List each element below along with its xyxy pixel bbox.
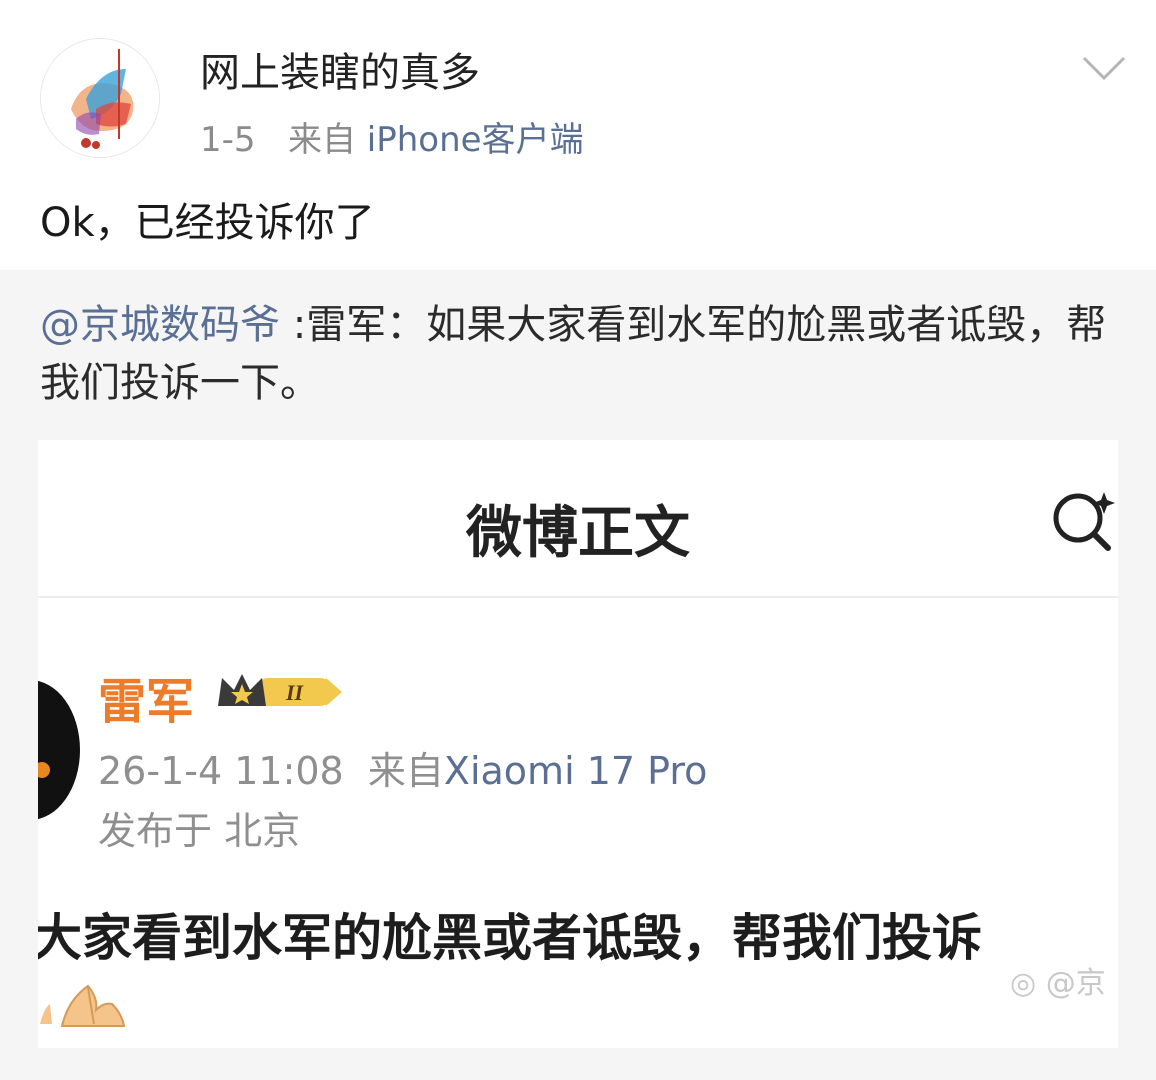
repost-text: @京城数码爷 :雷军：如果大家看到水军的尬黑或者诋毁，帮我们投诉一下。 <box>40 296 1120 412</box>
crown-badge-icon: II <box>218 674 342 706</box>
watermark-text: @京 <box>1045 966 1106 1001</box>
praying-hands-icon <box>40 984 126 1027</box>
repost-image[interactable]: 微博正文 雷军 II 26-1-4 11:08 来自Xiaomi 17 Pro … <box>38 440 1118 1048</box>
screenshot-location: 发布于 北京 <box>98 809 301 853</box>
screenshot-title: 微博正文 <box>466 501 690 566</box>
badge-level-text: II <box>285 680 305 705</box>
user-avatar[interactable] <box>40 38 160 158</box>
post: 网上装瞎的真多 1-5 来自 iPhone客户端 Ok，已经投诉你了 <box>0 0 1156 270</box>
search-sparkle-icon <box>1053 492 1115 551</box>
post-meta: 1-5 来自 iPhone客户端 <box>200 112 584 161</box>
repost-block[interactable]: @京城数码爷 :雷军：如果大家看到水军的尬黑或者诋毁，帮我们投诉一下。 微博正文… <box>0 270 1156 1080</box>
post-date: 1-5 <box>200 120 256 160</box>
screenshot-source: Xiaomi 17 Pro <box>443 749 708 793</box>
post-from-label: 来自 <box>287 120 356 160</box>
post-username[interactable]: 网上装瞎的真多 <box>200 40 480 98</box>
screenshot-datetime: 26-1-4 11:08 <box>98 749 344 793</box>
screenshot-header: 微博正文 <box>38 440 1118 598</box>
screenshot-body: 大家看到水军的尬黑或者诋毁，帮我们投诉 <box>38 909 982 967</box>
post-text: Ok，已经投诉你了 <box>40 200 375 246</box>
post-source[interactable]: iPhone客户端 <box>367 120 584 160</box>
repost-mention[interactable]: @京城数码爷 <box>40 302 280 348</box>
screenshot-meta: 26-1-4 11:08 来自Xiaomi 17 Pro <box>98 740 707 795</box>
screenshot-name: 雷军 <box>98 674 195 730</box>
screenshot-avatar <box>38 680 80 820</box>
screenshot-from-label: 来自 <box>367 749 444 793</box>
chevron-down-icon[interactable] <box>1080 50 1128 84</box>
weibo-watermark: ◎ @京 <box>1010 966 1106 1001</box>
avatar-illustration-icon <box>41 39 159 157</box>
